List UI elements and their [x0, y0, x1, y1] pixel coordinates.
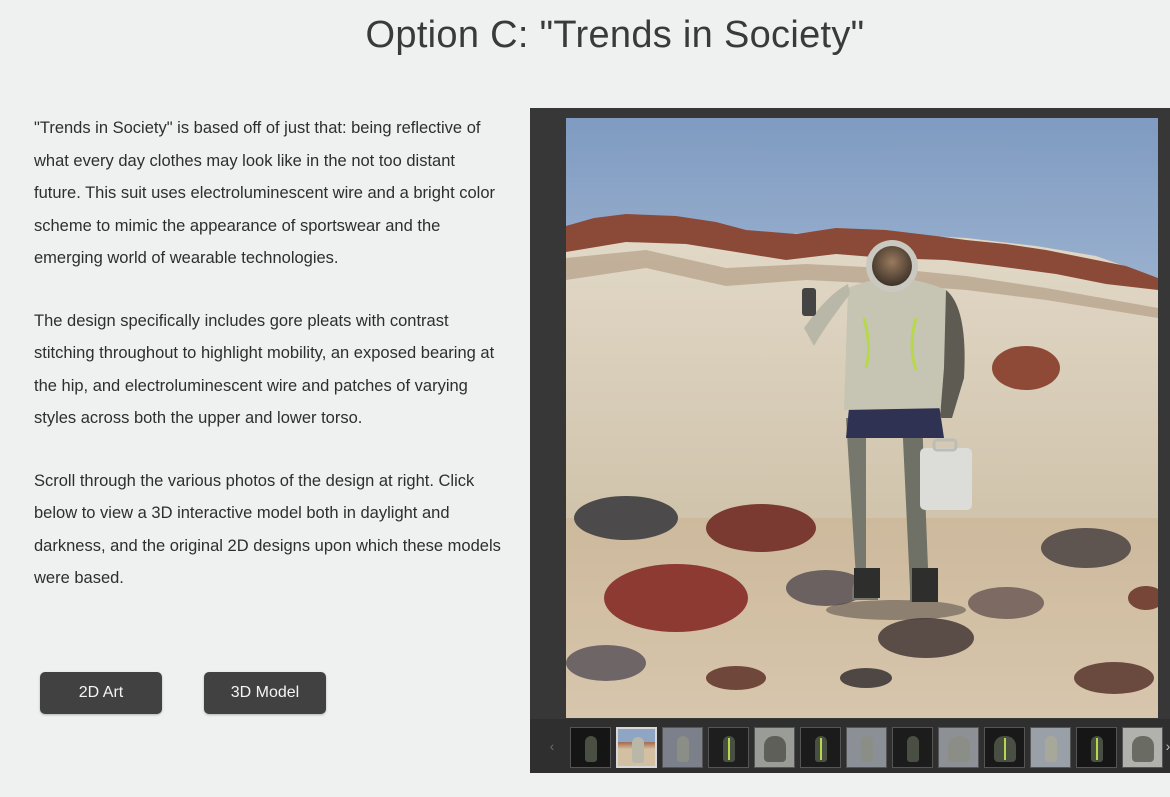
thumbnail[interactable]	[984, 727, 1025, 768]
paragraph-intro: "Trends in Society" is based off of just…	[34, 119, 496, 267]
thumbnail[interactable]	[1122, 727, 1163, 768]
thumbnail[interactable]	[662, 727, 703, 768]
thumbnail[interactable]	[1030, 727, 1071, 768]
page-title: Option C: "Trends in Society"	[365, 14, 865, 56]
thumbnail[interactable]	[800, 727, 841, 768]
thumbnail[interactable]	[754, 727, 795, 768]
thumbnail[interactable]	[938, 727, 979, 768]
thumbnail[interactable]	[892, 727, 933, 768]
description-text: "Trends in Society" is based off of just…	[34, 112, 504, 625]
button-row: 2D Art 3D Model	[40, 672, 326, 714]
thumbnail[interactable]	[708, 727, 749, 768]
shadow	[826, 600, 966, 620]
paragraph-instructions: Scroll through the various photos of the…	[34, 471, 501, 588]
thumbnail-active[interactable]	[616, 727, 657, 768]
prev-arrow[interactable]: ‹	[544, 731, 560, 761]
photo-gallery: ‹ ›	[530, 108, 1170, 773]
astronaut-desert-photo	[566, 118, 1158, 718]
thumbnail-list	[570, 727, 1163, 768]
thumbnail[interactable]	[570, 727, 611, 768]
paragraph-design: The design specifically includes gore pl…	[34, 311, 495, 428]
thumbnail[interactable]	[1076, 727, 1117, 768]
main-photo[interactable]	[566, 118, 1158, 718]
thumbnail-strip: ‹ ›	[530, 719, 1170, 773]
next-arrow[interactable]: ›	[1160, 731, 1170, 761]
thumbnail[interactable]	[846, 727, 887, 768]
3d-model-button[interactable]: 3D Model	[204, 672, 326, 714]
2d-art-button[interactable]: 2D Art	[40, 672, 162, 714]
